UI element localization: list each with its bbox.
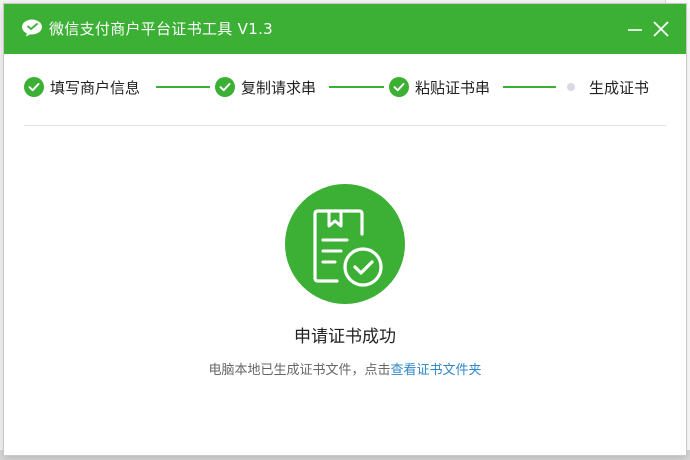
success-description: 电脑本地已生成证书文件，点击查看证书文件夹 xyxy=(4,359,686,378)
step-done-check-icon xyxy=(389,77,409,97)
close-icon xyxy=(653,21,669,37)
step-connector xyxy=(503,86,556,88)
step-done-check-icon xyxy=(24,77,44,97)
wechat-pay-logo-icon xyxy=(22,19,42,37)
step-generate-certificate: 生成证书 xyxy=(567,76,649,98)
step-label: 填写商户信息 xyxy=(50,78,141,97)
success-title: 申请证书成功 xyxy=(294,327,396,347)
certificate-success-icon xyxy=(285,184,405,304)
step-label: 复制请求串 xyxy=(241,78,317,97)
close-button[interactable] xyxy=(650,18,672,40)
step-paste-certificate: 粘贴证书串 xyxy=(389,76,490,98)
window-title: 微信支付商户平台证书工具 V1.3 xyxy=(49,20,273,38)
step-done-check-icon xyxy=(215,77,235,97)
divider xyxy=(24,125,666,126)
progress-steps: 填写商户信息 复制请求串 粘贴证书串 生成证书 xyxy=(4,54,686,124)
minimize-icon xyxy=(628,29,642,31)
step-label: 生成证书 xyxy=(589,78,650,97)
step-copy-request: 复制请求串 xyxy=(215,76,316,98)
step-fill-merchant-info: 填写商户信息 xyxy=(24,76,140,98)
step-label: 粘贴证书串 xyxy=(415,78,491,97)
step-connector xyxy=(329,86,384,88)
success-description-text: 电脑本地已生成证书文件，点击 xyxy=(208,363,391,378)
cert-tool-dialog: 微信支付商户平台证书工具 V1.3 填写商户信息 复制请求串 粘贴证书串 生成证… xyxy=(4,4,686,455)
step-current-dot-icon xyxy=(567,83,575,91)
minimize-button[interactable] xyxy=(624,18,646,40)
step-connector xyxy=(156,86,210,88)
open-cert-folder-link[interactable]: 查看证书文件夹 xyxy=(391,363,482,378)
title-bar[interactable]: 微信支付商户平台证书工具 V1.3 xyxy=(4,4,686,54)
